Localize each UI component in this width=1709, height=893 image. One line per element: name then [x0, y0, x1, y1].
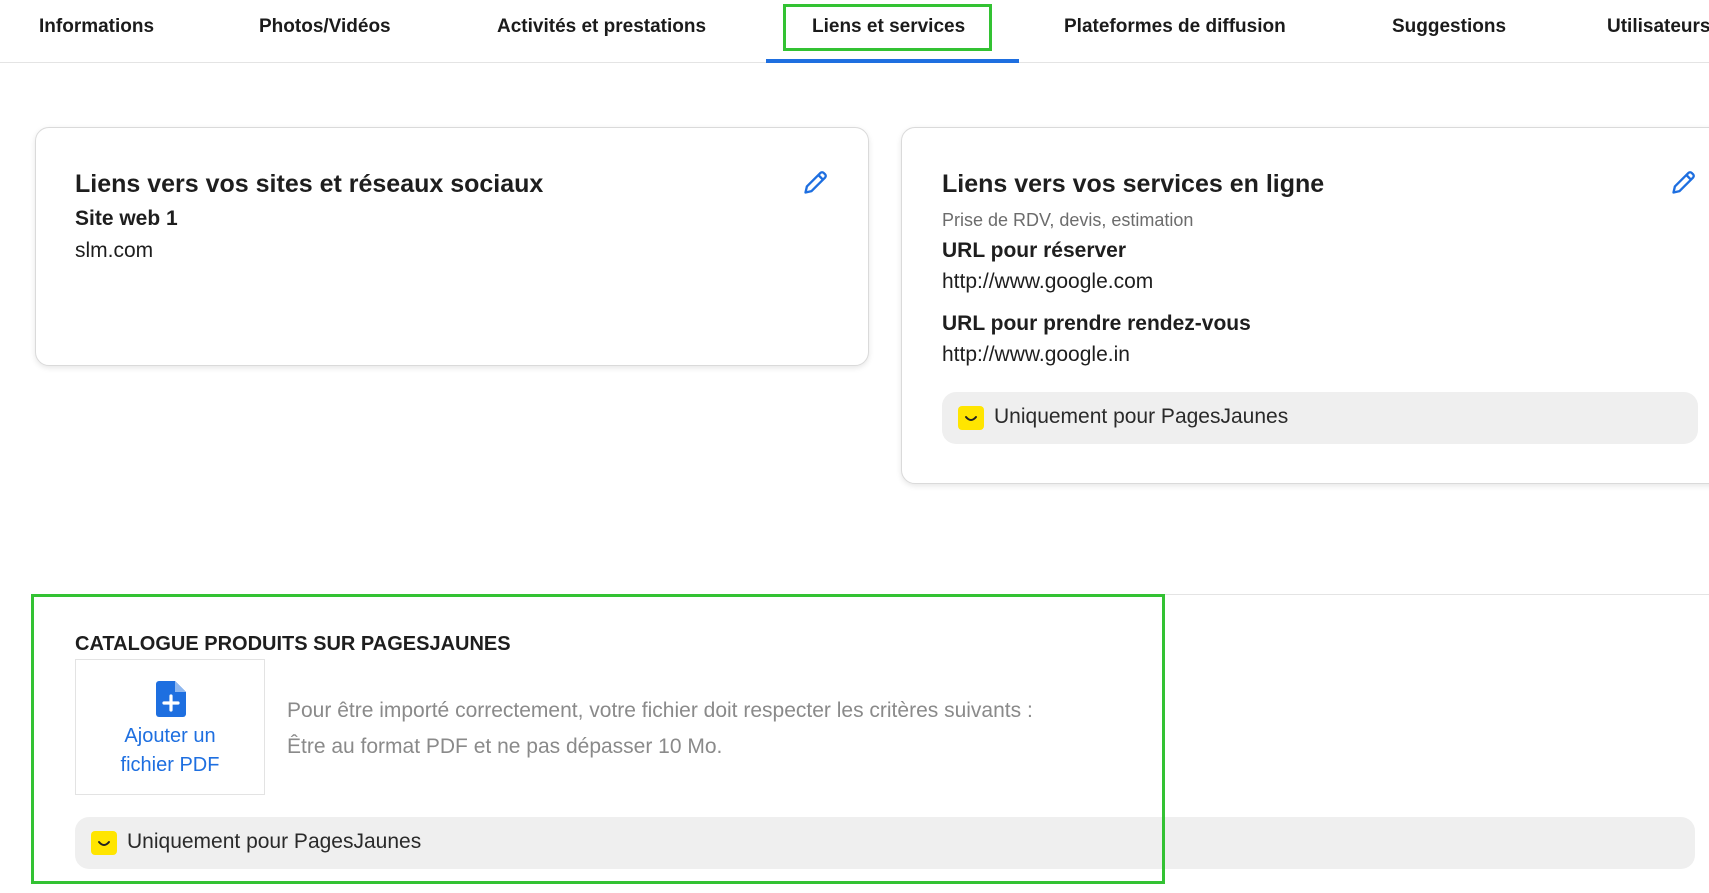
reserve-url-label: URL pour réserver — [942, 239, 1127, 262]
pagesjaunes-note: Uniquement pour PagesJaunes — [942, 392, 1698, 444]
social-links-card: Liens vers vos sites et réseaux sociaux … — [35, 127, 869, 366]
services-card-title: Liens vers vos services en ligne — [942, 170, 1325, 198]
reserve-url-value: http://www.google.com — [942, 270, 1154, 293]
appointment-url-label: URL pour prendre rendez-vous — [942, 312, 1251, 335]
tab-photos-videos[interactable]: Photos/Vidéos — [259, 16, 391, 38]
section-divider — [1163, 594, 1709, 595]
tab-highlight-box — [783, 4, 992, 51]
pagesjaunes-smile-icon — [958, 406, 984, 430]
tab-informations[interactable]: Informations — [39, 16, 154, 38]
site-web-value: slm.com — [75, 239, 154, 262]
appointment-url-value: http://www.google.in — [942, 343, 1130, 366]
social-card-title: Liens vers vos sites et réseaux sociaux — [75, 170, 544, 198]
tab-utilisateurs[interactable]: Utilisateurs — [1607, 16, 1709, 38]
pagesjaunes-note-text: Uniquement pour PagesJaunes — [994, 405, 1289, 428]
tab-plateformes-diffusion[interactable]: Plateformes de diffusion — [1064, 16, 1286, 38]
online-services-card: Liens vers vos services en ligne Prise d… — [901, 127, 1709, 484]
tab-suggestions[interactable]: Suggestions — [1392, 16, 1506, 38]
pencil-icon[interactable] — [1670, 168, 1698, 196]
tab-activites-prestations[interactable]: Activités et prestations — [497, 16, 706, 38]
pencil-icon[interactable] — [802, 168, 830, 196]
page: Informations Photos/Vidéos Activités et … — [0, 0, 1709, 893]
site-web-label: Site web 1 — [75, 207, 178, 230]
active-tab-indicator — [766, 59, 1019, 63]
services-subtitle: Prise de RDV, devis, estimation — [942, 210, 1194, 230]
catalogue-highlight-box — [31, 594, 1165, 884]
